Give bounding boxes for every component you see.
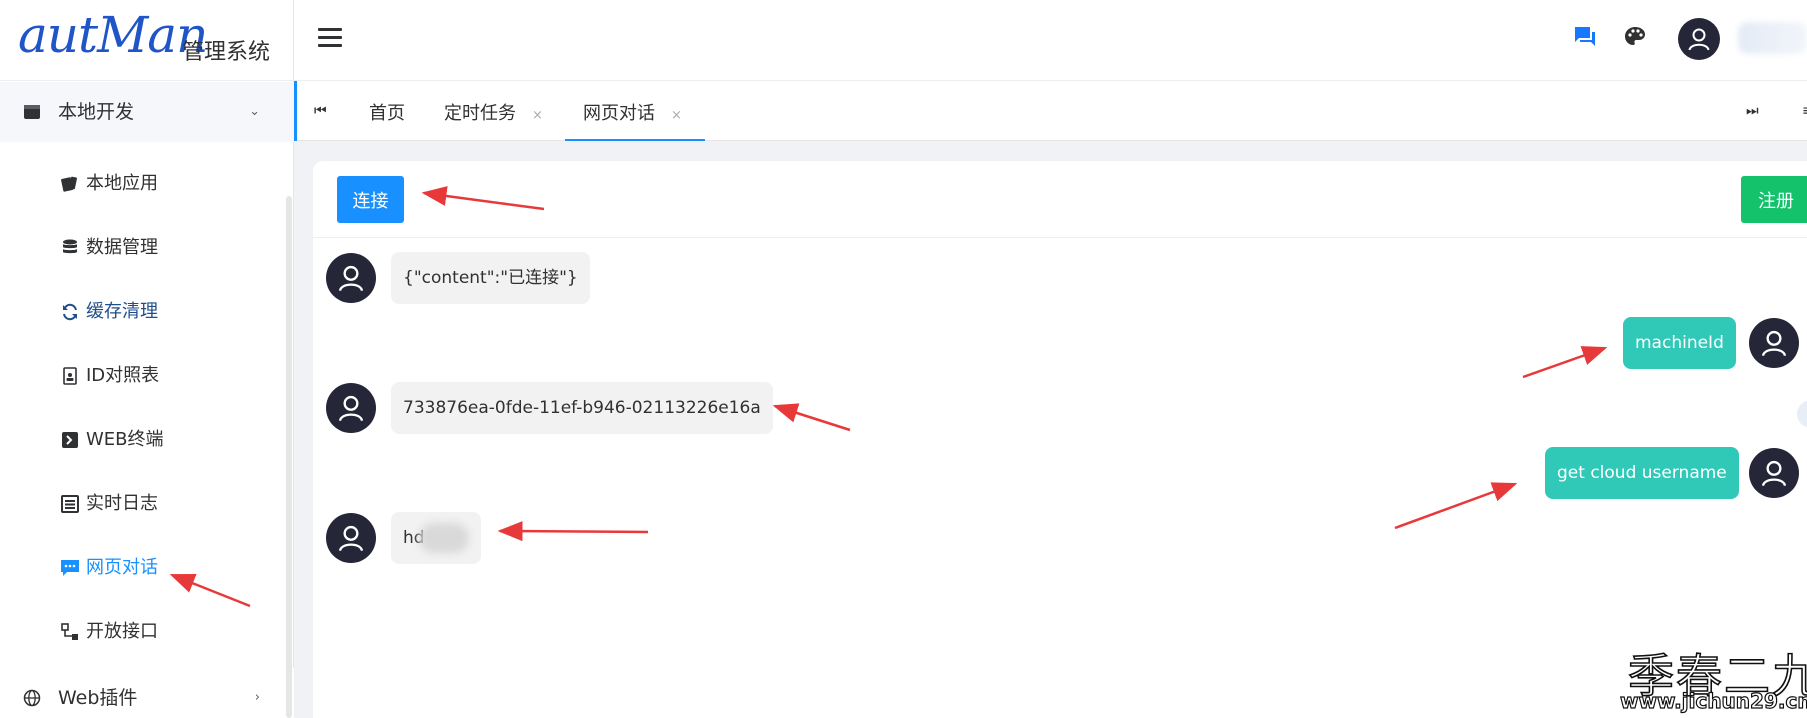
register-button[interactable]: 注册 <box>1741 176 1807 223</box>
palette-icon[interactable] <box>1622 24 1648 50</box>
top-header <box>294 0 1807 81</box>
message-bubble-in: 733876ea-0fde-11ef-b946-02113226e16a <box>391 382 773 434</box>
terminal-icon <box>60 430 80 450</box>
sidebar-item-open-api[interactable]: 开放接口 <box>0 600 294 664</box>
connect-button[interactable]: 连接 <box>337 176 404 223</box>
sidebar-item-label: 本地应用 <box>86 173 158 194</box>
redacted-blur <box>418 523 469 553</box>
database-icon <box>60 238 80 258</box>
message-bubble-in: hd <box>391 512 481 564</box>
hamburger-icon[interactable] <box>318 28 342 48</box>
bot-avatar <box>326 253 376 303</box>
sidebar-item-web-chat[interactable]: 网页对话 <box>0 536 294 600</box>
tab-scheduled-tasks[interactable]: 定时任务 × <box>444 81 543 141</box>
tab-scroll-right-icon[interactable]: ⏭ <box>1746 81 1759 141</box>
tab-bar-accent <box>294 81 297 141</box>
chat-card: 连接 注册 {"content":"已连接"} machineId 733876… <box>313 161 1807 718</box>
sidebar-group-label: Web插件 <box>58 687 138 709</box>
user-avatar <box>1749 318 1799 368</box>
logo[interactable]: autMan 管理系统 <box>0 0 294 81</box>
sidebar-item-realtime-log[interactable]: 实时日志 <box>0 472 294 536</box>
sidebar-item-label: ID对照表 <box>86 365 160 386</box>
archive-icon <box>22 102 42 122</box>
bot-avatar <box>326 383 376 433</box>
api-icon <box>60 622 80 642</box>
logo-text: 管理系统 <box>182 40 271 65</box>
tab-label: 首页 <box>369 103 405 124</box>
user-avatar-icon[interactable] <box>1678 18 1720 60</box>
close-icon[interactable]: × <box>671 108 682 123</box>
logo-script: autMan <box>18 6 208 64</box>
sidebar-item-web-terminal[interactable]: WEB终端 <box>0 408 294 472</box>
sidebar-item-label: 开放接口 <box>86 621 158 642</box>
sidebar-item-id-table[interactable]: ID对照表 <box>0 344 294 408</box>
tab-scroll-left-icon[interactable]: ⏮ <box>314 81 327 141</box>
tab-label: 网页对话 <box>583 103 655 124</box>
sidebar-item-label: 数据管理 <box>86 237 158 258</box>
watermark-url: www.jichun29.cn <box>1619 688 1807 713</box>
tab-web-chat[interactable]: 网页对话 × <box>565 81 705 141</box>
refresh-icon <box>60 302 80 322</box>
username-blurred[interactable] <box>1738 22 1807 54</box>
chevron-down-icon: ⌄ <box>249 104 260 119</box>
sidebar-item-label: 网页对话 <box>86 557 158 578</box>
chevron-right-icon: › <box>254 690 260 705</box>
sidebar-item-label: 缓存清理 <box>86 301 158 322</box>
sidebar: autMan 管理系统 本地开发 ⌄ 本地应用 数据管理 缓存清理 ID对照表 <box>0 0 294 718</box>
sidebar-item-label: 实时日志 <box>86 493 158 514</box>
sidebar-item-cache-clean[interactable]: 缓存清理 <box>0 280 294 344</box>
sidebar-item-local-apps[interactable]: 本地应用 <box>0 152 294 216</box>
close-icon[interactable]: × <box>532 108 543 123</box>
sidebar-item-label: WEB终端 <box>86 429 164 450</box>
tab-label: 定时任务 <box>444 103 516 124</box>
chat-bubble-icon <box>60 558 80 578</box>
tab-bar: ⏮ 首页 定时任务 × 网页对话 × ⏭ ≡ <box>294 81 1807 141</box>
chat-toolbar: 连接 注册 <box>313 161 1807 238</box>
sidebar-group-web-plugins[interactable]: Web插件 › <box>0 668 294 718</box>
globe-icon <box>22 688 42 708</box>
sidebar-group-label: 本地开发 <box>58 101 135 123</box>
contact-card-icon <box>60 366 80 386</box>
sidebar-group-local-dev[interactable]: 本地开发 ⌄ <box>0 82 294 142</box>
message-bubble-out: machineId <box>1623 317 1736 369</box>
cards-icon <box>60 174 80 194</box>
sidebar-item-data-management[interactable]: 数据管理 <box>0 216 294 280</box>
bot-avatar <box>326 513 376 563</box>
user-avatar <box>1749 448 1799 498</box>
tab-menu-icon[interactable]: ≡ <box>1802 81 1807 141</box>
chat-icon[interactable] <box>1572 24 1598 50</box>
message-bubble-in: {"content":"已连接"} <box>391 252 590 304</box>
sidebar-scrollbar[interactable] <box>286 196 292 718</box>
log-list-icon <box>60 494 80 514</box>
tab-home[interactable]: 首页 <box>369 81 405 141</box>
message-bubble-out: get cloud username <box>1545 447 1739 499</box>
